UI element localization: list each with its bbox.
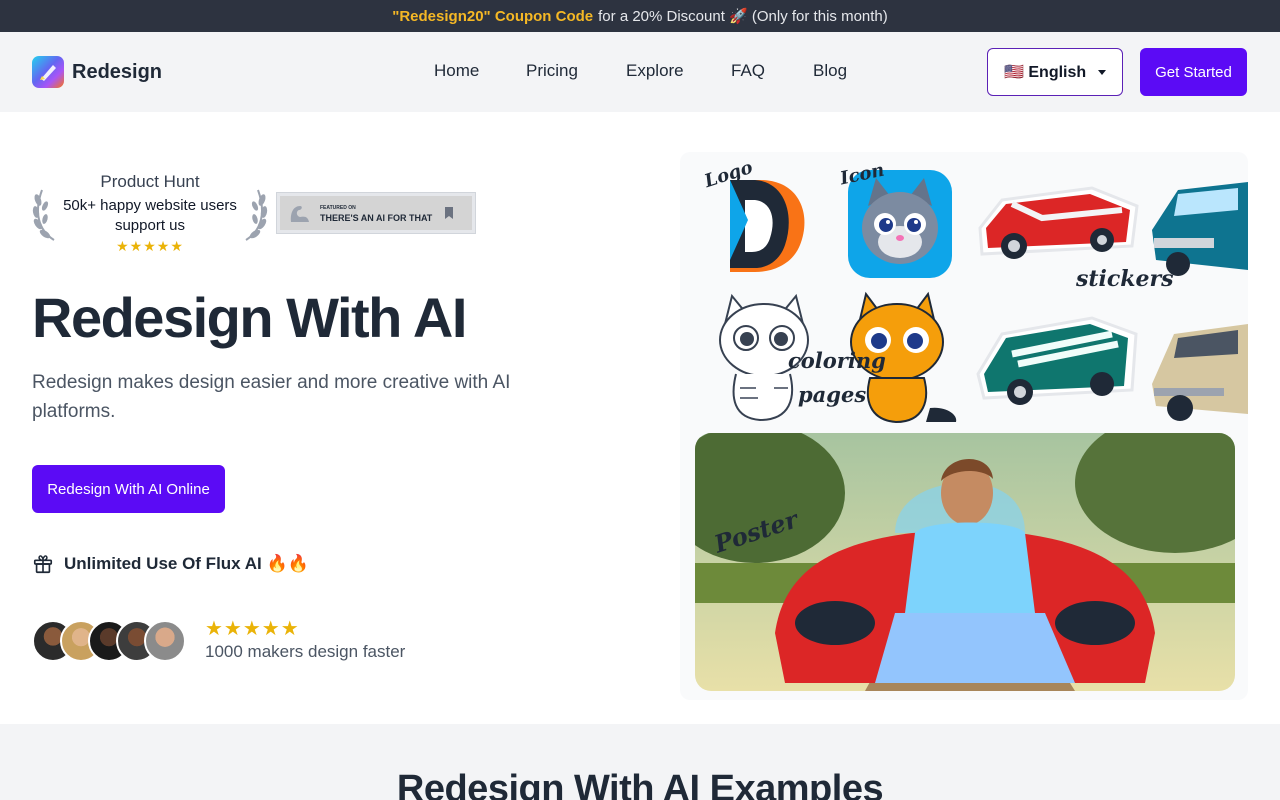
brand-logo[interactable]: Redesign xyxy=(32,56,162,88)
announcement-bar: "Redesign20" Coupon Code for a 20% Disco… xyxy=(0,0,1280,32)
language-value: 🇺🇸 English xyxy=(1004,64,1087,81)
nav-explore[interactable]: Explore xyxy=(626,61,684,81)
flux-feature: Unlimited Use Of Flux AI 🔥🔥 xyxy=(32,553,309,575)
icon-example: Icon xyxy=(838,156,958,282)
get-started-button[interactable]: Get Started xyxy=(1140,48,1247,96)
gift-icon xyxy=(33,555,53,574)
stickers-label: stickers xyxy=(1076,266,1174,292)
product-hunt-badge: Product Hunt 50k+ happy website users su… xyxy=(32,172,268,256)
hero-description: Redesign makes design easier and more cr… xyxy=(32,372,511,422)
announcement-text: for a 20% Discount 🚀 (Only for this mont… xyxy=(598,8,888,25)
badge-title: Product Hunt xyxy=(100,172,200,191)
pages-label: pages xyxy=(798,382,867,407)
aiforthat-label: THERE'S AN AI FOR THAT xyxy=(320,213,433,223)
coupon-code: "Redesign20" Coupon Code xyxy=(392,7,594,25)
site-header: Redesign Home Pricing Explore FAQ Blog 🇺… xyxy=(0,32,1280,112)
aiforthat-featured: FEATURED ON xyxy=(320,205,356,211)
bookmark-icon xyxy=(445,207,454,219)
laurel-right-icon xyxy=(245,189,268,241)
beige-car-example xyxy=(1148,294,1248,424)
sticker-car-red xyxy=(972,158,1142,280)
caret-down-icon xyxy=(1098,70,1106,75)
examples-section: Redesign With AI Examples xyxy=(0,724,1280,800)
rating-stars: ★★★★★ xyxy=(205,618,300,640)
examples-gallery: Logo Icon stickers coloring pages Poster xyxy=(680,152,1248,700)
brand-logo-icon xyxy=(32,56,64,88)
sticker-car-teal xyxy=(1148,160,1248,282)
coloring-label: coloring xyxy=(788,348,886,373)
poster-example: Poster xyxy=(695,433,1235,691)
user-avatars xyxy=(32,620,186,662)
aiforthat-badge[interactable]: FEATURED ON THERE'S AN AI FOR THAT xyxy=(276,192,476,234)
badge-subtitle: 50k+ happy website users support us xyxy=(63,197,237,234)
logo-example: Logo xyxy=(700,160,830,280)
nav-blog[interactable]: Blog xyxy=(813,61,847,81)
nav-home[interactable]: Home xyxy=(434,61,479,81)
language-select[interactable]: 🇺🇸 English xyxy=(987,48,1123,96)
redesign-online-button[interactable]: Redesign With AI Online xyxy=(32,465,225,513)
green-car-example xyxy=(972,294,1142,424)
nav-faq[interactable]: FAQ xyxy=(731,61,765,81)
badge-stars: ★★★★★ xyxy=(116,238,184,254)
rating-text: 1000 makers design faster xyxy=(205,642,406,661)
examples-title: Redesign With AI Examples xyxy=(396,768,884,800)
hero-title: Redesign With AI xyxy=(32,286,467,349)
brand-name: Redesign xyxy=(72,60,163,83)
nav-pricing[interactable]: Pricing xyxy=(526,61,578,81)
laurel-left-icon xyxy=(32,189,55,241)
arm-icon xyxy=(290,206,309,222)
flux-text: Unlimited Use Of Flux AI 🔥🔥 xyxy=(64,554,309,573)
avatar xyxy=(144,620,186,662)
